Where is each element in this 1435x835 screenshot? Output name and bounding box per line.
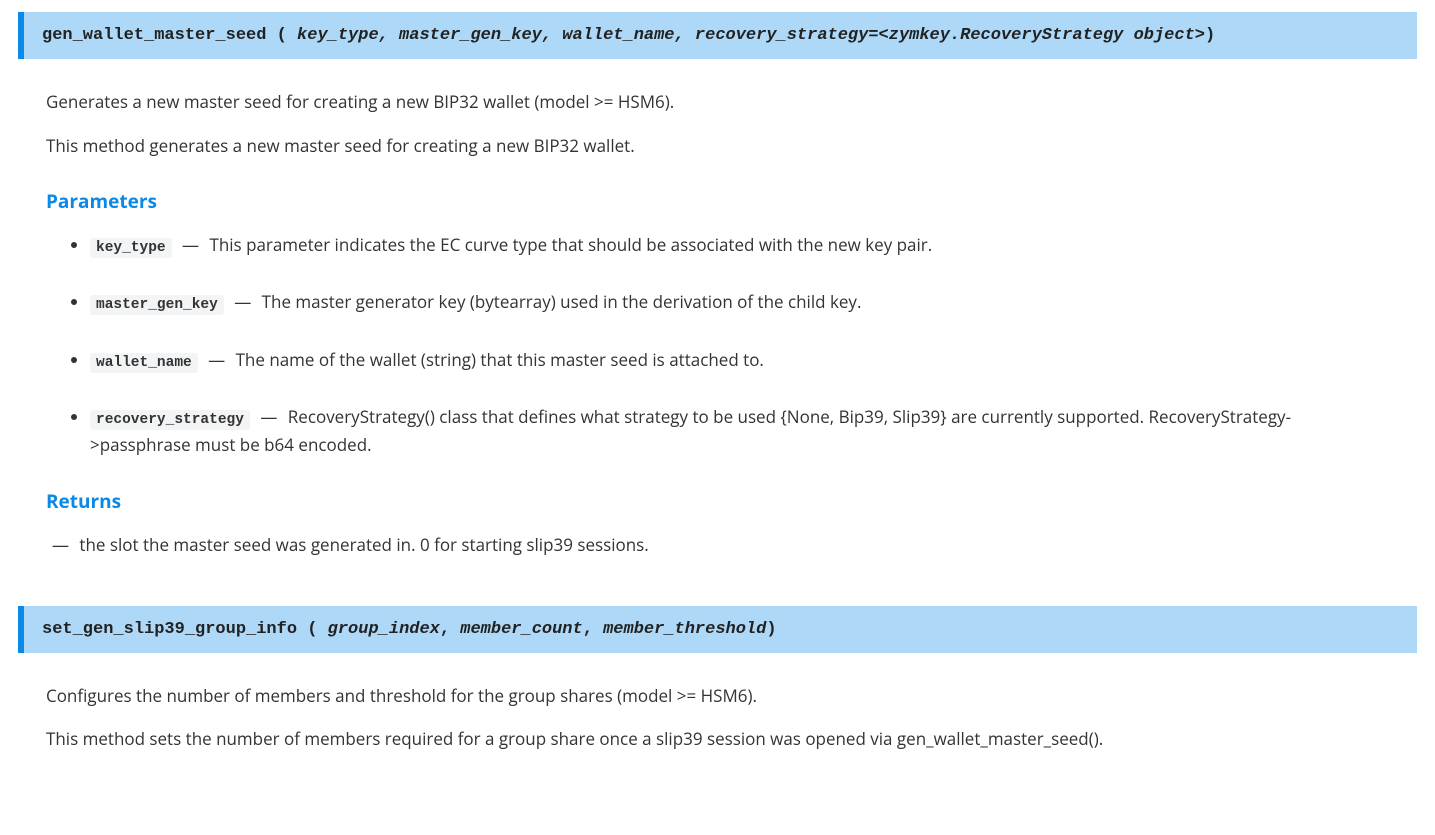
- separator: —: [260, 405, 277, 428]
- comma: ,: [583, 620, 593, 639]
- separator: —: [52, 533, 69, 556]
- returns-block: — the slot the master seed was generated…: [46, 532, 1389, 558]
- param-name: key_type: [90, 238, 172, 258]
- method-summary: Generates a new master seed for creating…: [46, 89, 1389, 115]
- method-arg: member_count: [460, 620, 582, 639]
- param-name: wallet_name: [90, 353, 198, 373]
- separator: —: [234, 290, 251, 313]
- returns-text: the slot the master seed was generated i…: [79, 533, 648, 556]
- method-description: This method sets the number of members r…: [46, 726, 1389, 752]
- param-item: wallet_name — The name of the wallet (st…: [90, 347, 1389, 374]
- method-description: This method generates a new master seed …: [46, 133, 1389, 159]
- param-item: master_gen_key — The master generator ke…: [90, 289, 1389, 316]
- comma: ,: [440, 620, 450, 639]
- method-set-gen-slip39-group-info: set_gen_slip39_group_info ( group_index,…: [0, 606, 1435, 752]
- parameter-list: key_type — This parameter indicates the …: [46, 232, 1389, 458]
- separator: —: [208, 348, 225, 371]
- method-arg: group_index: [328, 620, 440, 639]
- method-name: set_gen_slip39_group_info: [42, 620, 297, 639]
- method-signature: set_gen_slip39_group_info ( group_index,…: [18, 606, 1417, 653]
- param-item: key_type — This parameter indicates the …: [90, 232, 1389, 259]
- method-summary: Configures the number of members and thr…: [46, 683, 1389, 709]
- paren-close: ): [766, 620, 776, 639]
- method-arg: member_threshold: [603, 620, 766, 639]
- paren-close: ): [1205, 26, 1215, 45]
- paren-open: (: [277, 26, 287, 45]
- returns-heading: Returns: [46, 488, 1389, 514]
- method-gen-wallet-master-seed: gen_wallet_master_seed ( key_type, maste…: [0, 12, 1435, 558]
- method-signature: gen_wallet_master_seed ( key_type, maste…: [18, 12, 1417, 59]
- param-desc: The master generator key (bytearray) use…: [262, 290, 862, 313]
- method-body: Configures the number of members and thr…: [0, 683, 1435, 752]
- method-body: Generates a new master seed for creating…: [0, 89, 1435, 558]
- parameters-heading: Parameters: [46, 188, 1389, 214]
- param-desc: This parameter indicates the EC curve ty…: [209, 233, 932, 256]
- param-name: master_gen_key: [90, 295, 224, 315]
- param-desc: The name of the wallet (string) that thi…: [236, 348, 764, 371]
- param-name: recovery_strategy: [90, 410, 250, 430]
- method-args: key_type, master_gen_key, wallet_name, r…: [287, 26, 1205, 45]
- param-item: recovery_strategy — RecoveryStrategy() c…: [90, 404, 1389, 458]
- separator: —: [182, 233, 199, 256]
- method-name: gen_wallet_master_seed: [42, 26, 266, 45]
- paren-open: (: [307, 620, 317, 639]
